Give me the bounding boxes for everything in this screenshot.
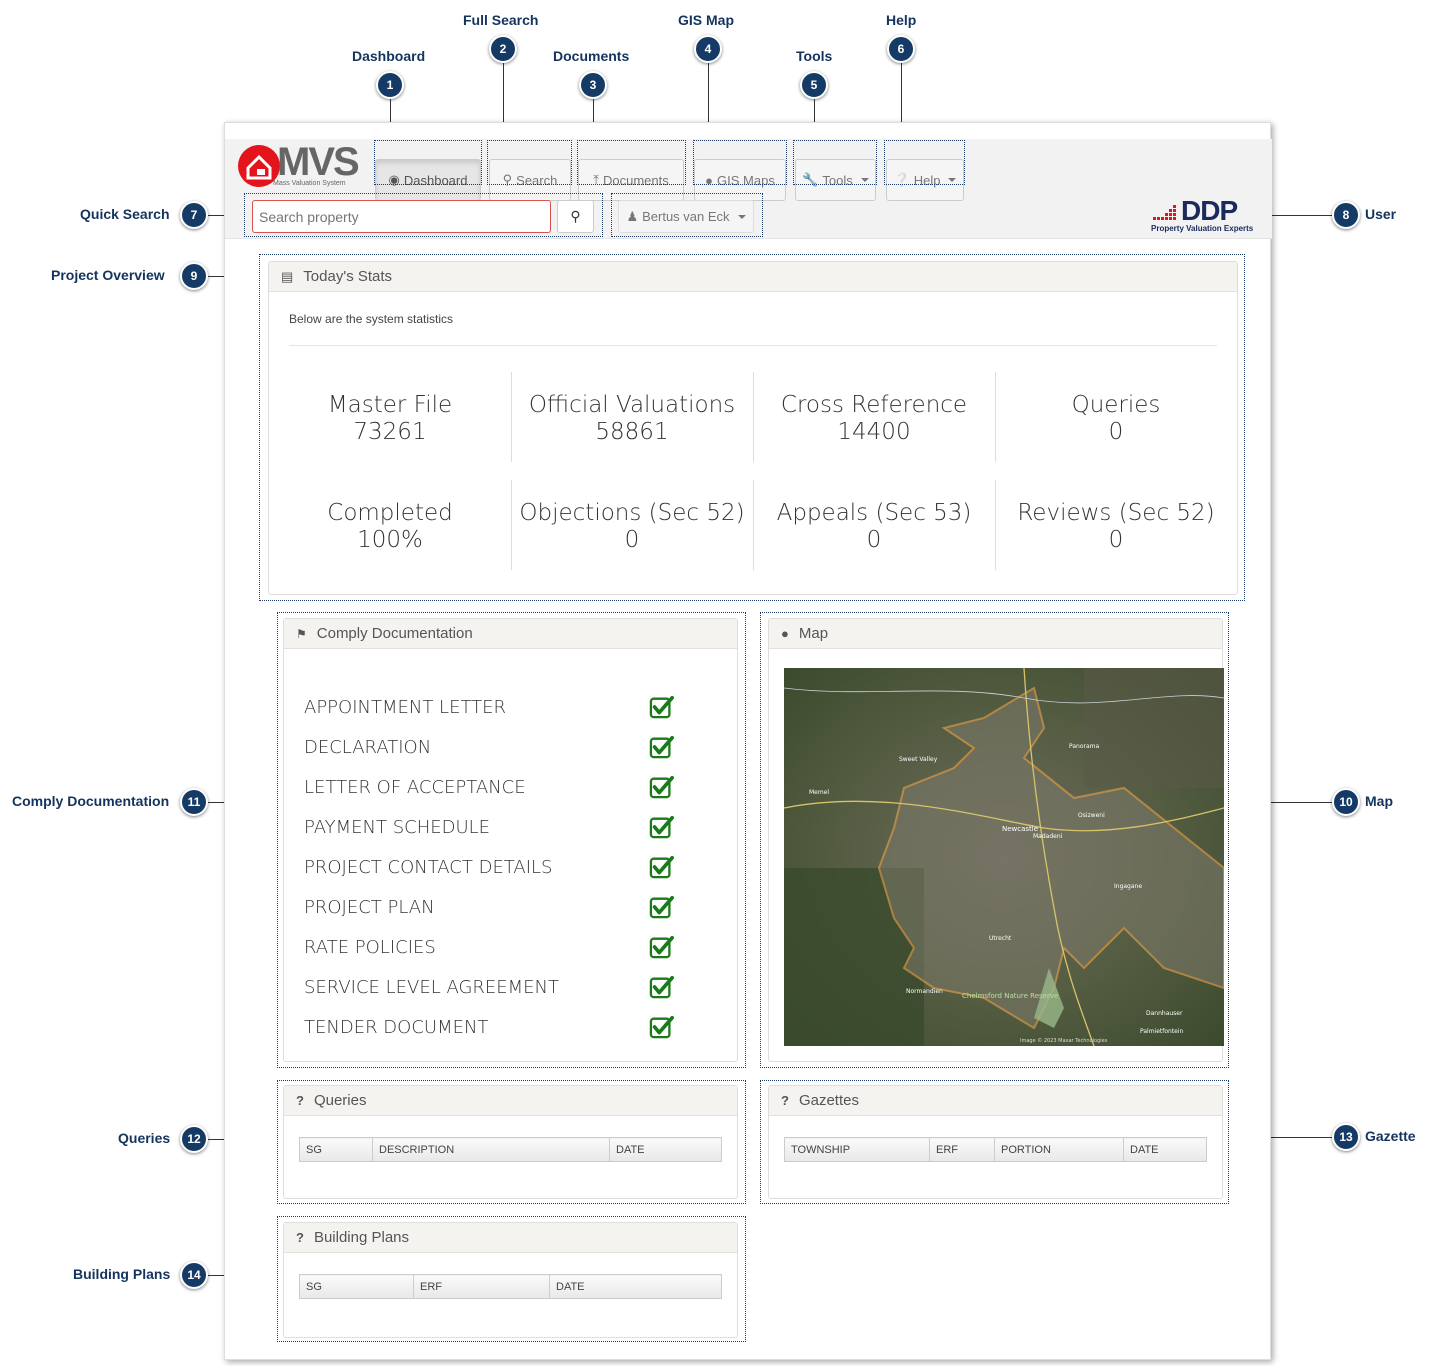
mvs-logo[interactable]: MVS Mass Valuation System bbox=[235, 140, 365, 188]
callout-badge-3: 3 bbox=[579, 71, 607, 99]
ddp-logo: DDP Property Valuation Experts bbox=[1151, 195, 1261, 235]
callout-label-full-search: Full Search bbox=[463, 12, 539, 28]
callout-badge-12: 12 bbox=[180, 1125, 208, 1153]
highlight-queries bbox=[277, 1080, 746, 1204]
callout-badge-8: 8 bbox=[1332, 201, 1360, 229]
callout-badge-14: 14 bbox=[180, 1261, 208, 1289]
callout-label-building-plans: Building Plans bbox=[73, 1266, 171, 1282]
highlight-documents bbox=[577, 140, 686, 185]
mvs-logo-text: MVS bbox=[277, 140, 360, 184]
callout-label-tools: Tools bbox=[796, 48, 833, 64]
highlight-help bbox=[884, 140, 965, 185]
callout-label-help: Help bbox=[886, 12, 917, 28]
ddp-dots-icon bbox=[1153, 205, 1176, 220]
callout-label-documents: Documents bbox=[553, 48, 630, 64]
highlight-dashboard bbox=[374, 140, 482, 185]
callout-badge-10: 10 bbox=[1332, 788, 1360, 816]
callout-badge-11: 11 bbox=[180, 788, 208, 816]
ddp-logo-text: DDP bbox=[1181, 195, 1238, 226]
callout-label-queries: Queries bbox=[118, 1130, 171, 1146]
callout-badge-5: 5 bbox=[800, 71, 828, 99]
highlight-gis-maps bbox=[693, 140, 787, 185]
highlight-tools bbox=[793, 140, 877, 185]
callout-badge-9: 9 bbox=[180, 262, 208, 290]
callout-label-map: Map bbox=[1365, 793, 1393, 809]
highlight-quick-search bbox=[244, 193, 603, 237]
callout-label-dashboard: Dashboard bbox=[352, 48, 426, 64]
callout-label-gis-map: GIS Map bbox=[678, 12, 735, 28]
highlight-comply-documentation bbox=[277, 612, 746, 1068]
callout-label-gazette: Gazette bbox=[1365, 1128, 1416, 1144]
highlight-gazettes bbox=[760, 1080, 1229, 1204]
callout-label-comply-documentation: Comply Documentation bbox=[12, 793, 170, 809]
highlight-project-overview bbox=[259, 254, 1245, 601]
callout-label-quick-search: Quick Search bbox=[80, 206, 170, 222]
callout-badge-4: 4 bbox=[694, 35, 722, 63]
callout-badge-6: 6 bbox=[887, 35, 915, 63]
callout-label-project-overview: Project Overview bbox=[51, 267, 165, 283]
highlight-user bbox=[611, 193, 763, 237]
callout-badge-13: 13 bbox=[1332, 1123, 1360, 1151]
callout-badge-1: 1 bbox=[376, 71, 404, 99]
callout-badge-2: 2 bbox=[489, 35, 517, 63]
highlight-search bbox=[487, 140, 572, 185]
callout-label-user: User bbox=[1365, 206, 1397, 222]
highlight-map bbox=[760, 612, 1229, 1068]
mvs-logo-subtitle: Mass Valuation System bbox=[273, 180, 346, 187]
ddp-logo-subtitle: Property Valuation Experts bbox=[1151, 224, 1254, 233]
highlight-building-plans bbox=[277, 1216, 746, 1342]
callout-badge-7: 7 bbox=[180, 201, 208, 229]
